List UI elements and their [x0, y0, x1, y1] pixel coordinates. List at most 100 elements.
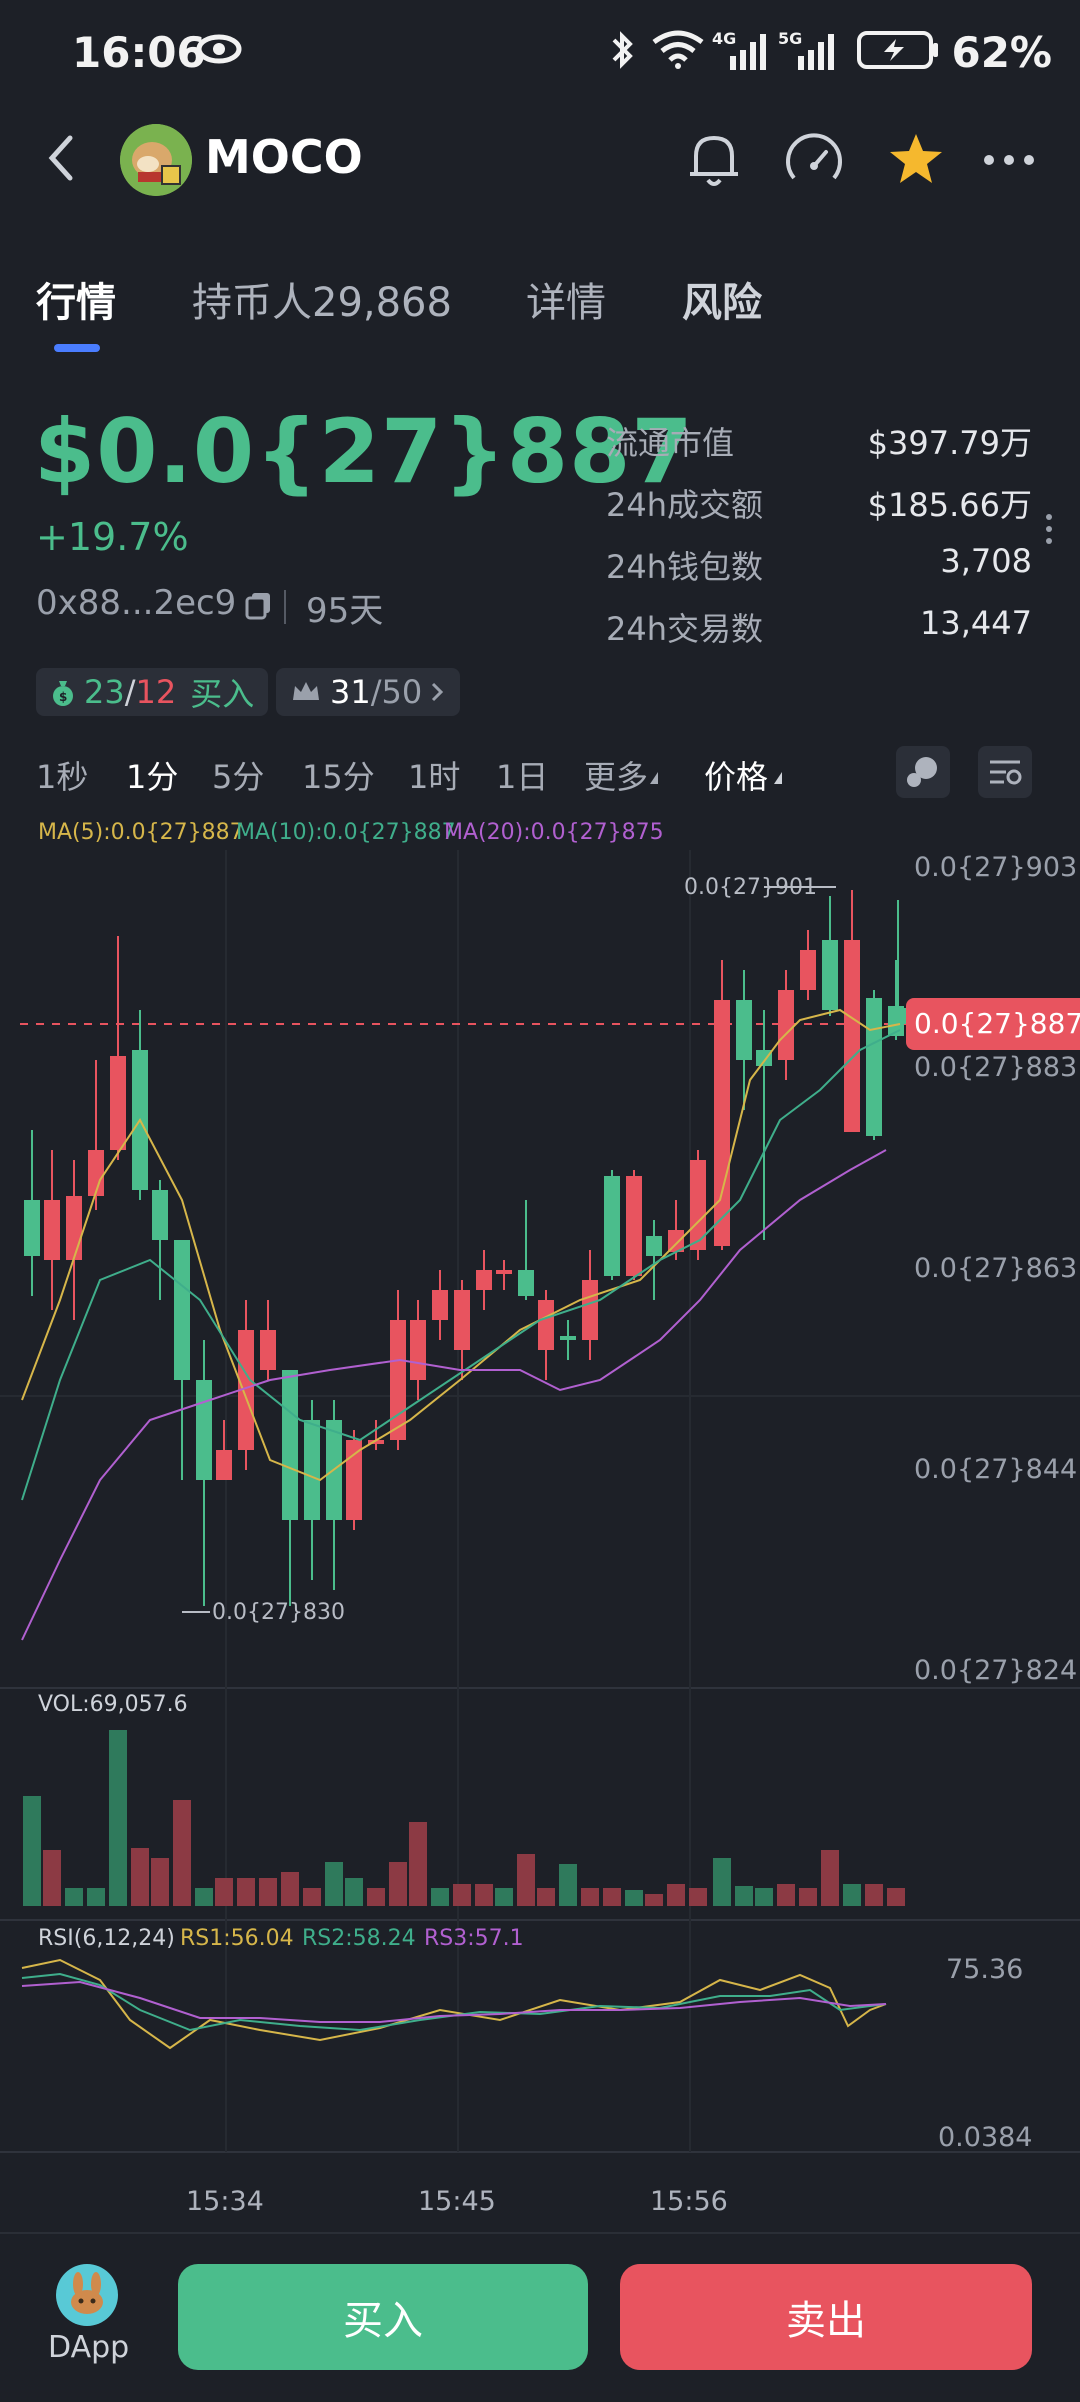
stat-label-trades: 24h交易数	[606, 610, 764, 648]
ma5-line	[21, 1008, 901, 1482]
candle-body	[174, 1240, 190, 1380]
volume-bar	[517, 1854, 535, 1906]
volume-bar	[475, 1884, 493, 1906]
rsi2-label: RS2:58.24	[302, 1926, 416, 1951]
tf-1m[interactable]: 1分	[126, 752, 178, 798]
battery-percent: 62%	[951, 28, 1052, 77]
buy-button[interactable]: 买入	[178, 2264, 588, 2370]
candle-body	[844, 940, 860, 1132]
top-holders-chip[interactable]: 31 /50	[276, 668, 461, 716]
rsi1-label: RS1:56.04	[180, 1926, 294, 1951]
candle-body	[304, 1420, 320, 1520]
tab-holders[interactable]: 持币人29,868	[192, 270, 452, 328]
candle-body	[282, 1370, 298, 1520]
candle-body	[866, 998, 882, 1136]
candle-body	[890, 1008, 906, 1024]
smart-money-chip[interactable]: $ 23 / 12 买入	[36, 668, 269, 716]
favorite-button[interactable]	[886, 130, 946, 192]
candle-body	[560, 1336, 576, 1340]
current-price-tag: 0.0{27}887	[906, 998, 1080, 1050]
tf-1h[interactable]: 1时	[408, 752, 460, 798]
volume-bar	[821, 1850, 839, 1906]
candle-body	[346, 1440, 362, 1520]
stat-value-wallets: 3,708	[940, 542, 1032, 580]
battery-icon	[856, 30, 940, 74]
low-marker-label: 0.0{27}830	[212, 1600, 345, 1625]
side-more-icon[interactable]	[1044, 512, 1054, 550]
volume-bar	[389, 1862, 407, 1906]
y-axis-label-3: 0.0{27}863	[914, 1253, 1078, 1284]
high-marker-label: 0.0{27}901	[684, 875, 817, 900]
star-icon	[890, 134, 942, 183]
chart-settings-button[interactable]	[978, 746, 1032, 798]
chevron-left-icon	[48, 135, 73, 181]
candle-body	[196, 1380, 212, 1480]
status-bar: 16:06 4G 5G 62%	[0, 0, 1080, 100]
volume-bar	[173, 1800, 191, 1906]
y-axis-label-5: 0.0{27}824	[914, 1655, 1078, 1686]
tf-price[interactable]: 价格	[704, 752, 768, 798]
volume-bar	[667, 1884, 685, 1906]
signal-5g-icon: 5G	[778, 28, 838, 76]
candle-body	[410, 1320, 426, 1380]
volume-bar	[625, 1890, 643, 1906]
candle-body	[714, 1000, 730, 1246]
volume-bar	[65, 1888, 83, 1906]
settings-sliders-icon	[990, 760, 1022, 785]
tf-1d[interactable]: 1日	[496, 752, 548, 798]
volume-bar	[303, 1888, 321, 1906]
candle-body	[260, 1330, 276, 1370]
tab-risk[interactable]: 风险	[682, 270, 762, 328]
tab-details[interactable]: 详情	[526, 270, 606, 328]
indicator-button[interactable]	[896, 746, 950, 798]
dapp-label[interactable]: DApp	[48, 2330, 129, 2365]
volume-bar	[151, 1858, 169, 1906]
candle-body	[736, 1000, 752, 1060]
candle-body	[390, 1320, 406, 1440]
volume-bar	[865, 1884, 883, 1906]
tf-15m[interactable]: 15分	[302, 752, 375, 798]
ma10-label: MA(10):0.0{27}887	[236, 820, 456, 845]
volume-bar	[689, 1888, 707, 1906]
volume-bar	[431, 1888, 449, 1906]
copy-icon[interactable]	[244, 590, 274, 624]
x-axis-label-3: 15:56	[650, 2186, 728, 2217]
candle-body	[454, 1290, 470, 1350]
candle-body	[822, 940, 838, 1010]
volume-bar	[453, 1884, 471, 1906]
volume-bar	[43, 1850, 61, 1906]
volume-bar	[755, 1888, 773, 1906]
candle-body	[626, 1176, 642, 1276]
volume-bar	[537, 1888, 555, 1906]
rsi3-label: RS3:57.1	[424, 1926, 524, 1951]
volume-bar	[195, 1888, 213, 1906]
signal-4g-icon: 4G	[712, 28, 768, 76]
stat-label-wallets: 24h钱包数	[606, 548, 764, 586]
candle-body	[518, 1270, 534, 1296]
tf-5m[interactable]: 5分	[212, 752, 264, 798]
sell-button[interactable]: 卖出	[620, 2264, 1032, 2370]
price-change: +19.7%	[36, 515, 189, 559]
y-axis-label-4: 0.0{27}844	[914, 1454, 1078, 1485]
volume-bar	[581, 1888, 599, 1906]
candle-body	[110, 1056, 126, 1150]
price-value: $0.0{27}887	[34, 400, 694, 503]
stat-value-marketcap: $397.79万	[867, 424, 1032, 462]
speedometer-button[interactable]	[782, 130, 846, 198]
tf-price-caret	[774, 772, 782, 784]
volume-bar	[87, 1888, 105, 1906]
back-button[interactable]	[40, 128, 80, 188]
tab-market[interactable]: 行情	[36, 270, 116, 328]
tf-1s[interactable]: 1秒	[36, 752, 88, 798]
candle-body	[778, 990, 794, 1060]
crown-icon	[293, 682, 319, 700]
svg-text:4G: 4G	[712, 29, 736, 48]
dapp-button[interactable]	[56, 2264, 118, 2326]
tf-more[interactable]: 更多	[584, 752, 648, 798]
chip-buy-count: 23	[84, 673, 125, 711]
more-button[interactable]	[982, 150, 1036, 174]
svg-text:$: $	[59, 690, 67, 704]
bell-button[interactable]	[684, 128, 744, 196]
chip-top-a: 31	[330, 673, 371, 711]
rsi1-line	[21, 1958, 887, 2050]
